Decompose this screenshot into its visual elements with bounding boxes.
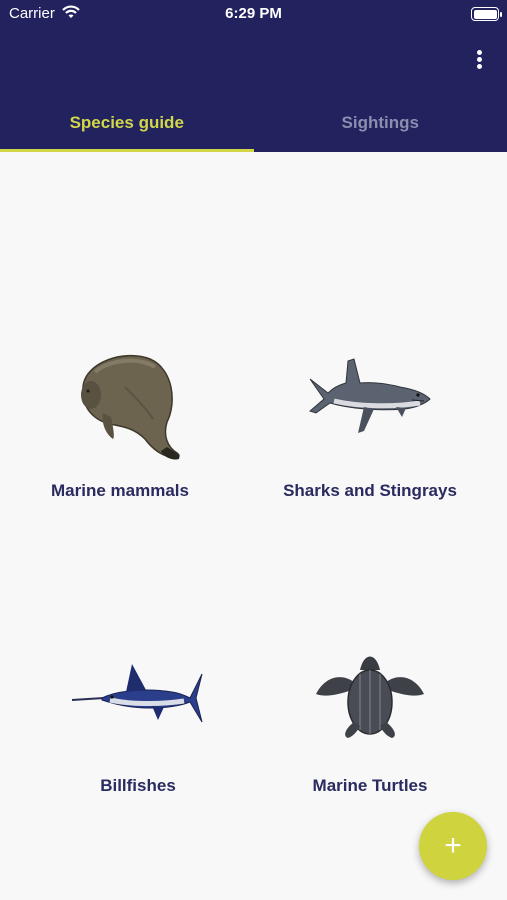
shark-icon — [309, 358, 431, 433]
more-options-icon[interactable] — [469, 48, 489, 74]
manatee-icon — [81, 354, 180, 460]
turtle-icon — [316, 656, 424, 738]
category-marine-mammals[interactable]: Marine mammals — [0, 347, 240, 501]
category-sharks-stingrays[interactable]: Sharks and Stingrays — [250, 347, 490, 501]
status-bar: Carrier 6:29 PM — [0, 0, 507, 28]
category-label: Billfishes — [100, 776, 176, 795]
category-label: Sharks and Stingrays — [283, 481, 457, 500]
category-marine-turtles[interactable]: Marine Turtles — [250, 642, 490, 796]
category-label: Marine Turtles — [312, 776, 428, 795]
battery-icon — [471, 7, 502, 21]
tab-sightings[interactable]: Sightings — [254, 94, 507, 152]
tab-bar: Species guide Sightings — [0, 94, 507, 152]
plus-icon: + — [444, 829, 462, 862]
add-sighting-button[interactable]: + — [419, 812, 487, 880]
category-label: Marine mammals — [51, 481, 189, 500]
app-bar — [0, 28, 507, 94]
status-time: 6:29 PM — [225, 5, 282, 22]
category-billfishes[interactable]: Billfishes — [18, 642, 258, 796]
species-grid: Marine mammals Sharks and Stingrays Bill… — [0, 152, 507, 900]
tab-species-guide[interactable]: Species guide — [0, 94, 254, 152]
marlin-icon — [71, 664, 203, 723]
